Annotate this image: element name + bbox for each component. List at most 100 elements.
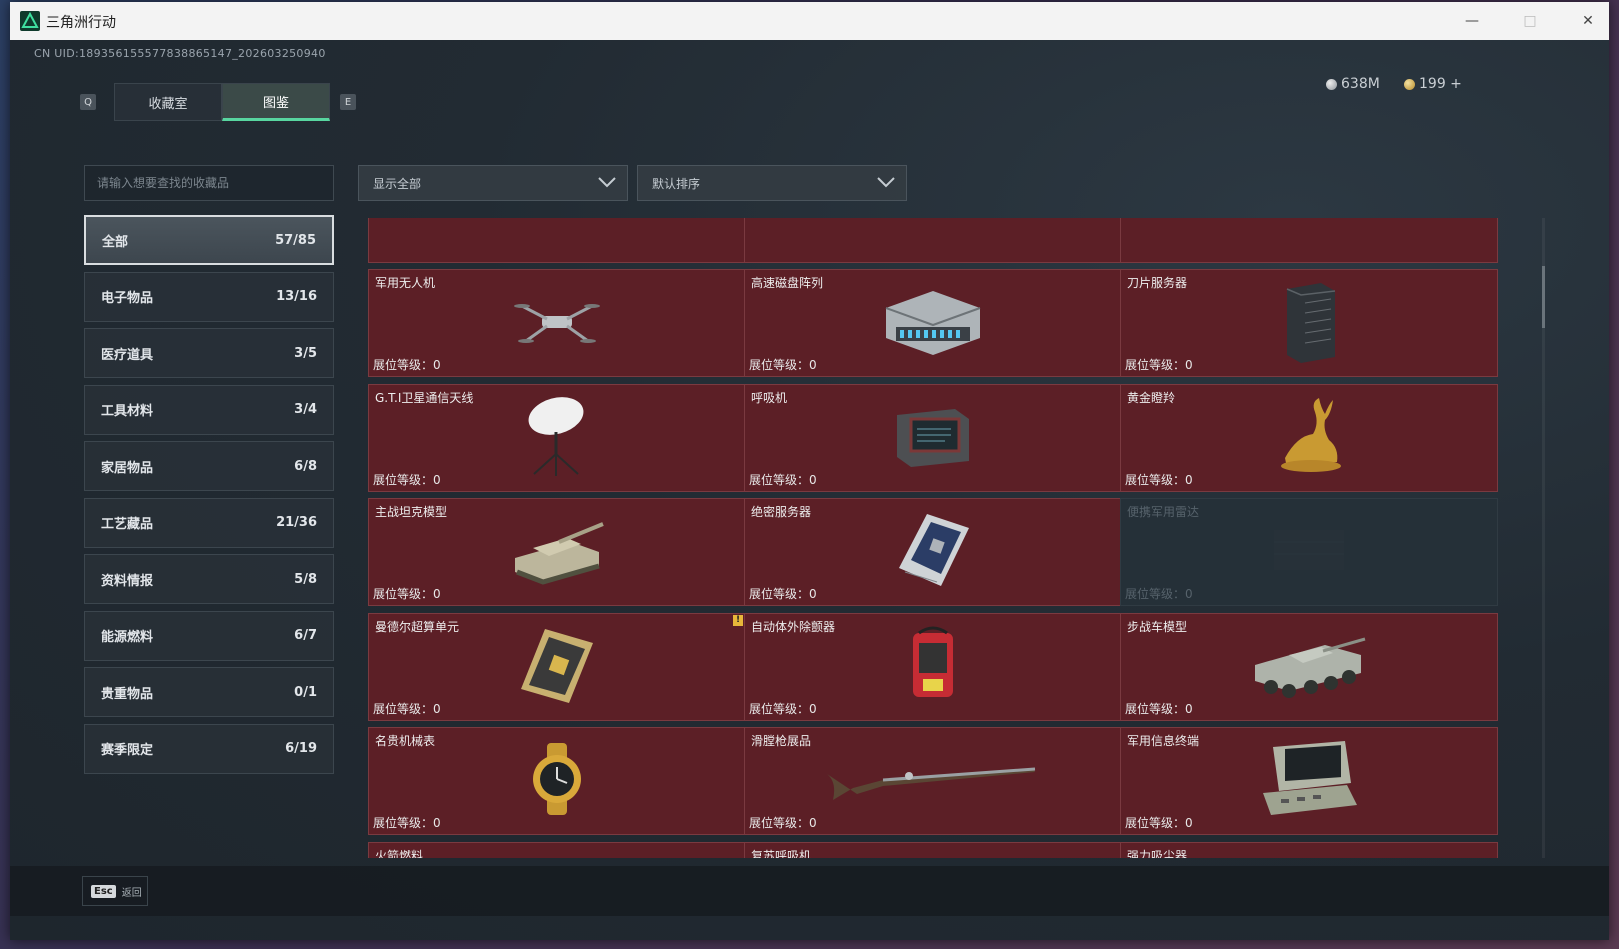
collectible-name: G.T.I卫星通信天线 [375,390,474,405]
collectible-name: 自动体外除颤器 [751,619,836,634]
display-level: 展位等级：0 [373,472,441,487]
category-item[interactable]: 家居物品 6/8 [84,441,334,491]
prev-tab-key-hint[interactable]: Q [80,94,96,110]
collectible-card[interactable]: 便携军用雷达 展位等级：0 [1120,498,1498,606]
collectible-card-partial[interactable] [744,218,1122,263]
next-tab-key-hint[interactable]: E [340,94,356,110]
category-label: 医疗道具 [101,347,154,363]
back-button[interactable]: Esc 返回 [82,876,148,906]
currency-gold[interactable]: 199 + [1404,76,1462,92]
category-count: 3/4 [294,402,317,417]
collectible-card[interactable]: 滑膛枪展品 展位等级：0 [744,727,1122,835]
category-count: 6/7 [294,628,317,643]
category-item[interactable]: 能源燃料 6/7 [84,610,334,661]
category-item[interactable]: 全部 57/85 [84,215,334,265]
category-item[interactable]: 赛季限定 6/19 [84,723,334,774]
category-label: 家居物品 [101,460,154,476]
collectible-card[interactable]: 绝密服务器 展位等级：0 [744,498,1122,606]
category-item[interactable]: 工艺藏品 21/36 [84,497,334,548]
collectible-name: 呼吸机 [751,390,788,405]
display-level: 展位等级：0 [373,701,441,716]
ventilator-icon [891,403,975,473]
collectible-card[interactable]: 强力吸尘器 [1120,841,1498,858]
tab-collection-room[interactable]: 收藏室 [114,83,222,121]
category-label: 工艺藏品 [101,517,154,532]
display-level: 展位等级：0 [1125,587,1193,601]
collectible-card[interactable]: 刀片服务器 展位等级：0 [1120,269,1498,377]
category-label: 全部 [102,234,129,250]
sort-dropdown-value: 默认排序 [652,176,701,191]
collectible-card[interactable]: 复苏呼吸机 [744,841,1122,859]
display-level: 展位等级：0 [1125,816,1193,830]
display-level: 展位等级：0 [749,472,817,487]
collectible-card[interactable]: 自动体外除颤器 展位等级：0 [744,612,1122,721]
category-item[interactable]: 资料情报 5/8 [84,554,334,604]
esc-key-hint: Esc [91,884,116,898]
gold-gazelle-icon [1267,396,1351,480]
app-logo-icon [20,11,40,31]
maximize-button[interactable]: □ [1501,2,1559,40]
collectible-name: 军用无人机 [375,276,436,290]
silver-coin-icon [1326,78,1337,90]
close-button[interactable]: ✕ [1559,2,1617,40]
blade-server-icon [1277,279,1341,367]
category-count: 57/85 [275,232,316,248]
collectible-name: 滑膛枪展品 [751,734,812,748]
collectible-card[interactable]: 黄金瞪羚 展位等级：0 [1120,383,1498,492]
collectible-card[interactable]: G.T.I卫星通信天线 展位等级：0 [368,383,746,492]
minimize-button[interactable]: — [1443,2,1501,40]
collectible-card-partial[interactable] [368,218,746,263]
collectible-name: 黄金瞪羚 [1127,390,1176,405]
collectible-name: 主战坦克模型 [375,505,448,519]
category-count: 6/8 [294,458,317,474]
collectible-name: 便携军用雷达 [1127,505,1200,519]
collectible-card[interactable]: 步战车模型 展位等级：0 [1120,612,1498,721]
category-item[interactable]: 医疗道具 3/5 [84,328,334,378]
ifv-model-icon [1249,625,1369,709]
collectible-name: 火箭燃料 [375,848,424,859]
category-count: 13/16 [276,289,317,304]
back-label: 返回 [121,887,142,899]
tab-catalog[interactable]: 图鉴 [222,83,330,121]
collectible-name: 复苏呼吸机 [751,848,812,859]
category-label: 电子物品 [101,291,154,306]
grid-scrollbar-thumb[interactable] [1542,266,1545,328]
collectible-card[interactable]: 军用无人机 展位等级：0 [368,269,746,377]
collectible-card[interactable]: 名贵机械表 展位等级：0 [368,727,746,835]
filter-dropdown[interactable]: 显示全部 [358,165,628,201]
collectible-card[interactable]: 曼德尔超算单元 展位等级：0! [368,612,746,721]
new-badge-icon: ! [733,614,743,626]
category-count: 6/19 [285,741,317,756]
category-label: 能源燃料 [101,630,154,645]
app-window: 三角洲行动 — □ ✕ CN UID:189356155577838865147… [10,2,1609,940]
gold-amount: 199 + [1419,76,1462,92]
collectible-card[interactable]: 呼吸机展位等级：0 [744,383,1122,492]
disk-array-icon [878,283,988,363]
collectible-card[interactable]: 主战坦克模型 展位等级：0 [368,498,746,606]
collectible-grid: 军用无人机 展位等级：0 高速磁盘阵列 展位等级：0 刀片服务器 展位等级：0 G.T.I卫… [368,218,1538,858]
collectible-name: 刀片服务器 [1127,276,1188,290]
footer-bar: Esc 返回 [10,866,1609,916]
collectible-card[interactable]: 火箭燃料 [368,841,746,859]
category-item[interactable]: 电子物品 13/16 [84,271,334,322]
collectible-name: 曼德尔超算单元 [375,619,460,634]
display-level: 展位等级：0 [1125,701,1193,716]
filter-dropdown-value: 显示全部 [373,176,422,191]
category-count: 0/1 [294,684,317,700]
category-label: 赛季限定 [101,743,154,758]
collectible-card[interactable]: 军用信息终端 展位等级：0 [1120,727,1498,835]
search-input[interactable] [84,165,334,201]
collectible-card[interactable]: 高速磁盘阵列 展位等级：0 [744,269,1122,377]
tab-bar: 收藏室 图鉴 [114,83,330,121]
category-count: 21/36 [276,515,317,530]
category-item[interactable]: 工具材料 3/4 [84,384,334,435]
category-label: 工具材料 [101,404,154,419]
sort-dropdown[interactable]: 默认排序 [637,165,907,201]
collectible-name: 高速磁盘阵列 [751,276,824,290]
display-level: 展位等级：0 [749,587,817,601]
category-item[interactable]: 贵重物品 0/1 [84,667,334,717]
uid-label: CN UID:189356155577838865147_20260325094… [34,47,326,60]
category-count: 3/5 [294,345,317,361]
collectible-card-partial[interactable] [1120,218,1498,263]
display-level: 展位等级：0 [749,358,817,372]
